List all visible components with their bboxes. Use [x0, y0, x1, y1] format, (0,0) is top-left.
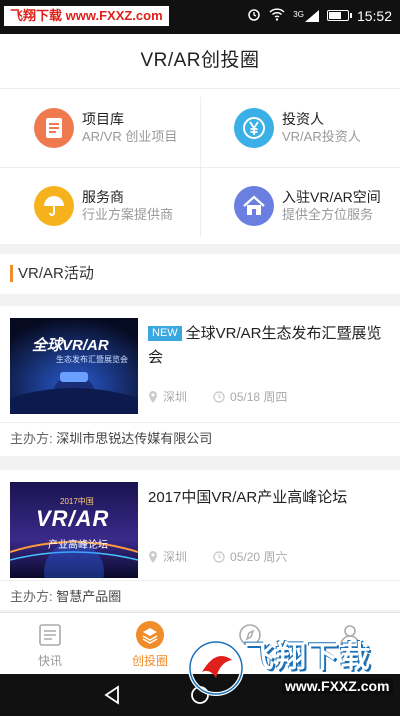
category-subtitle: 提供全方位服务 — [282, 207, 374, 222]
watermark-bottom: 飞翔下载 www.FXXZ.com — [186, 628, 398, 708]
event-date: 05/20 周六 — [230, 550, 288, 564]
tab-news[interactable]: 快讯 — [0, 613, 100, 675]
new-badge: NEW — [148, 326, 182, 341]
clock-icon — [213, 550, 225, 563]
category-vr-ar-space[interactable]: 入驻VR/AR空间 提供全方位服务 — [200, 167, 400, 245]
category-subtitle: AR/VR 创业项目 — [82, 129, 178, 144]
status-icons: 3G 15:52 — [247, 7, 392, 24]
alarm-icon — [247, 7, 261, 24]
news-icon — [36, 621, 64, 649]
category-title: 投资人 — [282, 111, 324, 127]
tab-investment-circle[interactable]: 创投圈 — [100, 613, 200, 675]
section-accent-bar — [10, 265, 13, 282]
section-title: VR/AR活动 — [18, 265, 94, 282]
event-thumbnail: 全球VR/AR 生态发布汇暨展览会 — [10, 318, 138, 414]
event-card[interactable]: 全球VR/AR 生态发布汇暨展览会 NEW 全球VR/AR生态发布汇暨展览会 深圳… — [0, 306, 400, 456]
thumbnail-subtitle: 产业高峰论坛 — [48, 540, 108, 551]
category-title: 入驻VR/AR空间 — [282, 189, 381, 205]
event-date: 05/18 周四 — [230, 390, 288, 404]
watermark-text: 飞翔下载 — [244, 641, 372, 674]
section-header: VR/AR活动 — [0, 254, 400, 294]
event-location: 深圳 — [163, 550, 188, 564]
wifi-icon — [269, 7, 285, 24]
umbrella-icon — [34, 186, 74, 226]
event-title-text: 2017中国VR/AR产业高峰论坛 — [148, 489, 348, 506]
cellular-signal-icon: 3G — [293, 9, 319, 22]
location-pin-icon — [149, 550, 157, 563]
host-name: 深圳市思锐达传媒有限公司 — [56, 431, 213, 446]
host-label: 主办方: — [10, 589, 53, 604]
event-host: 主办方: 深圳市思锐达传媒有限公司 — [10, 428, 212, 447]
host-label: 主办方: — [10, 431, 53, 446]
thumbnail-subtitle: 生态发布汇暨展览会 — [56, 355, 128, 364]
event-host: 主办方: 智慧产品圈 — [10, 586, 121, 605]
event-title: 2017中国VR/AR产业高峰论坛 — [148, 486, 388, 510]
clock-icon — [213, 390, 225, 403]
watermark-top: 飞翔下载 www.FXXZ.com — [4, 6, 169, 26]
location-pin-icon — [149, 390, 157, 403]
document-icon — [34, 108, 74, 148]
card-divider — [0, 422, 400, 423]
category-grid: 项目库 AR/VR 创业项目 投资人 VR/AR投资人 服务商 行业方案提供商 … — [0, 88, 400, 244]
tab-label: 创投圈 — [131, 654, 168, 668]
event-meta: 深圳 05/18 周四 — [148, 388, 313, 405]
category-projects[interactable]: 项目库 AR/VR 创业项目 — [0, 89, 200, 167]
event-title-text: 全球VR/AR生态发布汇暨展览会 — [148, 325, 382, 366]
thumbnail-title: 全球VR/AR — [32, 337, 109, 354]
category-service-providers[interactable]: 服务商 行业方案提供商 — [0, 167, 200, 245]
clock: 15:52 — [356, 7, 392, 24]
event-location: 深圳 — [163, 390, 188, 404]
card-divider — [0, 580, 400, 581]
category-investors[interactable]: 投资人 VR/AR投资人 — [200, 89, 400, 167]
category-title: 项目库 — [82, 111, 124, 127]
category-subtitle: VR/AR投资人 — [282, 129, 361, 144]
status-bar: 飞翔下载 www.FXXZ.com 3G 15:52 — [0, 0, 400, 34]
event-card[interactable]: 2017中国 VR/AR 产业高峰论坛 2017中国VR/AR产业高峰论坛 深圳… — [0, 470, 400, 610]
yen-icon — [234, 108, 274, 148]
event-title: NEW 全球VR/AR生态发布汇暨展览会 — [148, 322, 388, 370]
battery-icon — [326, 10, 352, 21]
event-thumbnail: 2017中国 VR/AR 产业高峰论坛 — [10, 482, 138, 578]
back-icon[interactable] — [102, 685, 122, 710]
category-subtitle: 行业方案提供商 — [82, 207, 174, 222]
category-title: 服务商 — [82, 189, 124, 205]
watermark-url: www.FXXZ.com — [282, 678, 393, 694]
tab-label: 快讯 — [37, 654, 62, 668]
layers-icon — [136, 621, 164, 649]
thumbnail-title: VR/AR — [36, 506, 110, 531]
event-meta: 深圳 05/20 周六 — [148, 548, 313, 565]
house-icon — [234, 186, 274, 226]
watermark-logo-icon — [188, 640, 244, 696]
host-name: 智慧产品圈 — [56, 589, 122, 604]
page-title: VR/AR创投圈 — [0, 34, 400, 88]
network-type: 3G — [293, 9, 304, 19]
